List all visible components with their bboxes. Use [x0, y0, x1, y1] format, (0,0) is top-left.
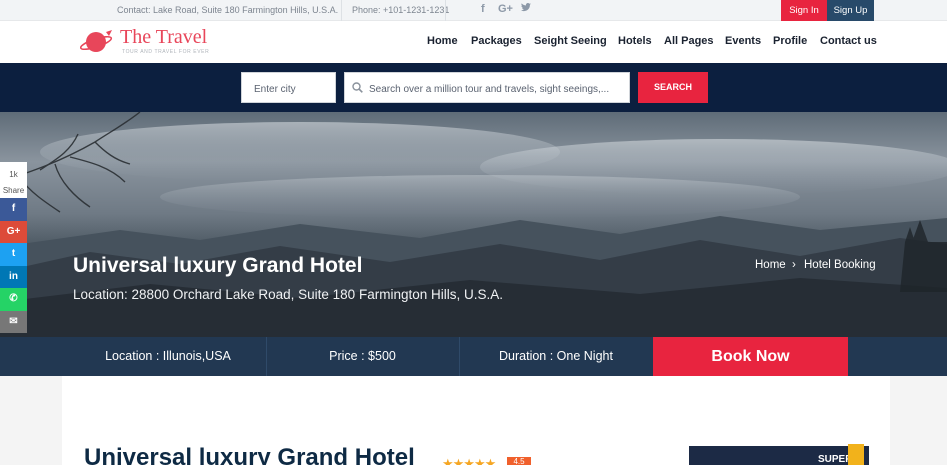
sign-up-button[interactable]: Sign Up — [827, 0, 874, 21]
promo-tag — [848, 444, 864, 465]
hero-title: Universal luxury Grand Hotel — [73, 254, 363, 277]
nav-home[interactable]: Home — [427, 35, 458, 47]
nav-hotels[interactable]: Hotels — [618, 35, 652, 47]
nav-profile[interactable]: Profile — [773, 35, 807, 47]
share-facebook-icon[interactable]: f — [0, 198, 27, 221]
hero-landscape-image — [0, 112, 947, 337]
search-icon — [352, 80, 363, 98]
info-price: Price : $500 — [329, 349, 396, 363]
divider — [445, 0, 446, 21]
breadcrumb-current: Hotel Booking — [804, 259, 876, 271]
share-label: Share — [2, 186, 25, 195]
logo-title[interactable]: The Travel — [120, 26, 207, 49]
breadcrumb-home[interactable]: Home — [755, 259, 786, 271]
nav-events[interactable]: Events — [725, 35, 761, 47]
contact-phone: Phone: +101-1231-1231 — [352, 5, 450, 15]
search-input[interactable]: Search over a million tour and travels, … — [344, 72, 630, 103]
info-duration: Duration : One Night — [499, 349, 613, 363]
share-mail-icon[interactable]: ✉ — [0, 310, 27, 333]
nav-all-pages[interactable]: All Pages — [664, 35, 714, 47]
contact-address: Contact: Lake Road, Suite 180 Farmington… — [117, 5, 339, 15]
sign-in-button[interactable]: Sign In — [781, 0, 827, 21]
share-google-plus-icon[interactable]: G+ — [0, 220, 27, 243]
top-info-bar: Contact: Lake Road, Suite 180 Farmington… — [0, 0, 947, 21]
breadcrumb-separator: › — [792, 259, 796, 271]
hero-location: Location: 28800 Orchard Lake Road, Suite… — [73, 287, 503, 302]
hotel-title: Universal luxury Grand Hotel — [84, 444, 415, 465]
share-linkedin-icon[interactable]: in — [0, 265, 27, 288]
search-button[interactable]: SEARCH — [638, 72, 708, 103]
info-location: Location : Illunois,USA — [105, 349, 231, 363]
google-plus-icon[interactable]: G+ — [498, 3, 513, 15]
share-counter: 1k Share — [0, 162, 27, 198]
nav-seight-seeing[interactable]: Seight Seeing — [534, 35, 607, 47]
hero-banner: Universal luxury Grand Hotel Location: 2… — [0, 112, 947, 337]
main-header: The Travel TOUR AND TRAVEL FOR EVER Home… — [0, 21, 947, 63]
share-twitter-icon[interactable]: t — [0, 243, 27, 266]
divider — [341, 0, 342, 21]
twitter-icon[interactable] — [521, 3, 531, 15]
logo-tagline: TOUR AND TRAVEL FOR EVER — [122, 49, 210, 55]
share-count: 1k — [9, 170, 18, 179]
share-whatsapp-icon[interactable]: ✆ — [0, 288, 27, 311]
share-sidebar: 1k Share f G+ t in ✆ ✉ — [0, 162, 27, 333]
nav-packages[interactable]: Packages — [471, 35, 522, 47]
book-now-button[interactable]: Book Now — [653, 337, 848, 376]
nav-contact-us[interactable]: Contact us — [820, 35, 877, 47]
rating-stars: ★★★★★ — [442, 456, 496, 465]
facebook-icon[interactable]: f — [481, 3, 485, 15]
logo-planet-icon[interactable] — [79, 28, 114, 61]
city-input[interactable]: Enter city — [241, 72, 336, 103]
rating-badge: 4.5 — [507, 457, 531, 465]
